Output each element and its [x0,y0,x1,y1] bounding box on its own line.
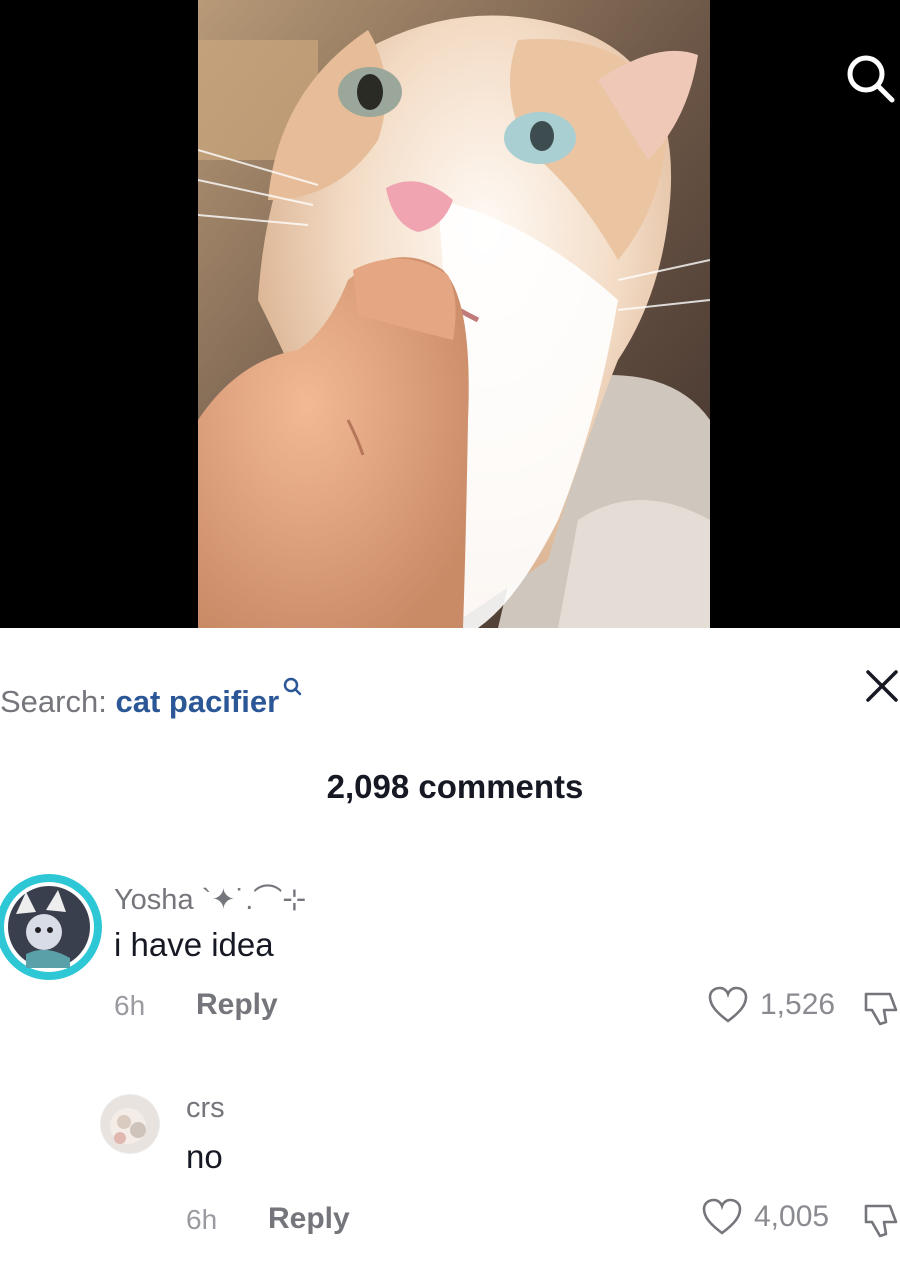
comment-text: no [186,1138,223,1175]
comment-timestamp: 6h [114,990,146,1021]
heart-icon [702,1198,742,1235]
avatar[interactable] [100,1094,160,1154]
reply-button[interactable]: Reply [268,1202,350,1236]
comments-count: 2,098 comments [326,768,584,805]
dislike-icon [864,992,898,1026]
reply-button[interactable]: Reply [196,988,278,1022]
search-icon [282,670,302,696]
search-icon [847,55,895,103]
cat-video-image [198,0,710,628]
comment-timestamp: 6h [186,1204,218,1235]
comment-item: crs no 6h Reply 4,005 [0,1088,900,1248]
like-button[interactable]: 1,526 [708,986,848,1026]
avatar-image [4,882,94,972]
like-button[interactable]: 4,005 [702,1198,848,1238]
avatar-image [101,1095,159,1153]
search-prefix-label: Search: [0,684,107,719]
search-suggestion-bar: Search: cat pacifier [0,660,900,720]
dislike-button[interactable] [862,1200,900,1240]
like-count: 1,526 [760,988,836,1021]
video-player[interactable] [0,0,900,628]
dislike-icon [864,1204,898,1238]
dislike-button[interactable] [862,988,900,1028]
search-suggestion-link[interactable]: Search: cat pacifier [0,670,302,720]
comment-item: Yosha `✦˙.⌒⊹ i have idea 6h Reply 1,526 [0,870,900,1026]
video-search-button[interactable] [842,50,898,106]
close-comments-button[interactable] [862,666,900,706]
avatar[interactable] [0,874,102,980]
heart-icon [708,986,748,1023]
comment-text: i have idea [114,926,274,963]
comment-username[interactable]: Yosha `✦˙.⌒⊹ [114,876,307,918]
close-icon [866,670,898,702]
video-thumbnail [198,0,710,628]
search-term[interactable]: cat pacifier [115,684,279,719]
like-count: 4,005 [754,1200,830,1233]
comment-username[interactable]: crs [186,1092,225,1125]
